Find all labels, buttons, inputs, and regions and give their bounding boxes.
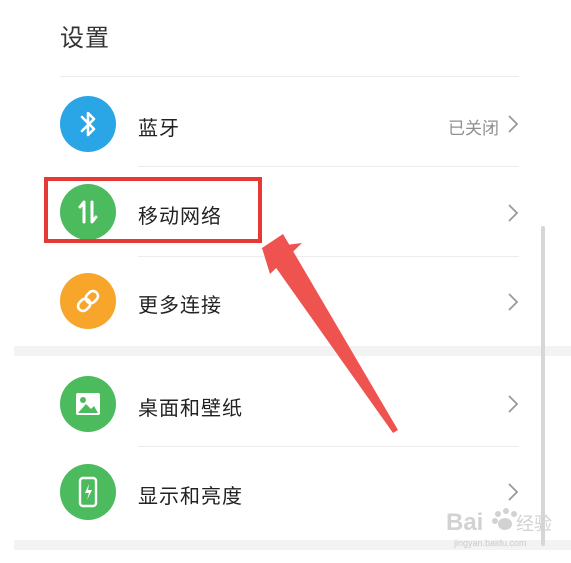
svg-text:Bai: Bai — [446, 509, 483, 536]
watermark-url: jingyan.baidu.com — [454, 538, 527, 548]
annotation-arrow — [262, 234, 398, 433]
svg-text:经验: 经验 — [516, 514, 552, 535]
